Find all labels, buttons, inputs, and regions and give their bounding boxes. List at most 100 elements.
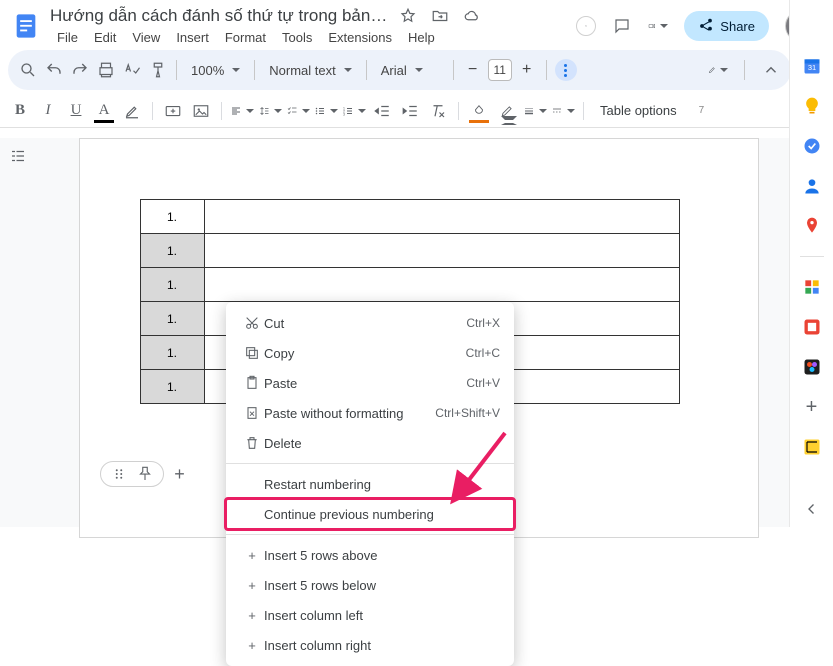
menu-format[interactable]: Format xyxy=(218,28,273,47)
search-icon[interactable] xyxy=(18,60,38,80)
addon-icon-4[interactable] xyxy=(802,437,822,457)
menu-help[interactable]: Help xyxy=(401,28,442,47)
paragraph-style-dropdown[interactable]: Normal text xyxy=(263,59,357,82)
add-row-icon[interactable]: + xyxy=(170,464,190,484)
ctx-paste-shortcut: Ctrl+V xyxy=(466,376,500,390)
calendar-app-icon[interactable]: 31 xyxy=(802,56,822,76)
meet-icon[interactable] xyxy=(648,16,668,36)
zoom-dropdown[interactable]: 100% xyxy=(185,59,246,82)
menu-view[interactable]: View xyxy=(125,28,167,47)
font-family-value: Arial xyxy=(381,63,407,78)
underline-button[interactable]: U xyxy=(64,101,88,121)
docs-logo-icon[interactable] xyxy=(8,8,44,44)
font-family-dropdown[interactable]: Arial xyxy=(375,59,445,82)
fontsize-increase[interactable]: + xyxy=(516,59,538,81)
border-width-button[interactable] xyxy=(523,101,547,121)
insert-link-icon[interactable] xyxy=(161,101,185,121)
pin-icon[interactable] xyxy=(135,464,155,484)
ctx-insert-rows-below[interactable]: + Insert 5 rows below xyxy=(226,570,514,600)
print-icon[interactable] xyxy=(96,60,116,80)
bold-button[interactable]: B xyxy=(8,101,32,121)
star-icon[interactable] xyxy=(398,6,418,26)
zoom-value: 100% xyxy=(191,63,224,78)
menu-insert[interactable]: Insert xyxy=(169,28,216,47)
drag-handle-icon[interactable] xyxy=(109,464,129,484)
maps-app-icon[interactable] xyxy=(802,216,822,236)
comments-icon[interactable] xyxy=(612,16,632,36)
ctx-continue-previous-numbering[interactable]: Continue previous numbering xyxy=(226,499,514,529)
tasks-app-icon[interactable] xyxy=(802,136,822,156)
plus-icon: + xyxy=(240,638,264,653)
insert-image-icon[interactable] xyxy=(189,101,213,121)
outline-toggle-icon[interactable] xyxy=(4,142,32,170)
toolbar-primary: 100% Normal text Arial − 11 + xyxy=(8,50,791,90)
document-title[interactable]: Hướng dẫn cách đánh số thứ tự trong bảng… xyxy=(50,6,390,26)
indent-increase-button[interactable] xyxy=(398,101,422,121)
addon-icon-2[interactable] xyxy=(802,317,822,337)
menu-file[interactable]: File xyxy=(50,28,85,47)
table-cell-num[interactable]: 1. xyxy=(140,302,204,336)
cell-fill-color-button[interactable] xyxy=(467,101,491,121)
paste-icon xyxy=(240,375,264,391)
fontsize-input[interactable]: 11 xyxy=(488,59,512,81)
text-color-button[interactable]: A xyxy=(92,101,116,121)
table-cell-num[interactable]: 1. xyxy=(140,200,204,234)
plus-icon: + xyxy=(240,548,264,563)
ctx-cut[interactable]: Cut Ctrl+X xyxy=(226,308,514,338)
bulleted-list-button[interactable] xyxy=(314,101,338,121)
collapse-toolbar-icon[interactable] xyxy=(761,60,781,80)
addon-icon-3[interactable] xyxy=(802,357,822,377)
menu-extensions[interactable]: Extensions xyxy=(321,28,399,47)
ctx-delete-label: Delete xyxy=(264,436,500,451)
menu-tools[interactable]: Tools xyxy=(275,28,319,47)
paint-format-icon[interactable] xyxy=(148,60,168,80)
ctx-ins-col-left-label: Insert column left xyxy=(264,608,500,623)
titlebar: Hướng dẫn cách đánh số thứ tự trong bảng… xyxy=(0,0,833,46)
share-button[interactable]: Share xyxy=(684,11,769,41)
undo-icon[interactable] xyxy=(44,60,64,80)
table-cell-num[interactable]: 1. xyxy=(140,234,204,268)
redo-icon[interactable] xyxy=(70,60,90,80)
italic-button[interactable]: I xyxy=(36,101,60,121)
ctx-paste[interactable]: Paste Ctrl+V xyxy=(226,368,514,398)
table-cell-num[interactable]: 1. xyxy=(140,268,204,302)
fontsize-decrease[interactable]: − xyxy=(462,59,484,81)
table-cell[interactable] xyxy=(204,268,679,302)
contacts-app-icon[interactable] xyxy=(802,176,822,196)
addon-icon-1[interactable] xyxy=(802,277,822,297)
table-options-button[interactable]: Table options xyxy=(592,99,685,122)
indent-decrease-button[interactable] xyxy=(370,101,394,121)
table-cell[interactable] xyxy=(204,234,679,268)
editing-mode-dropdown[interactable] xyxy=(708,60,728,80)
menu-edit[interactable]: Edit xyxy=(87,28,123,47)
align-button[interactable] xyxy=(230,101,254,121)
paste-plain-icon xyxy=(240,405,264,421)
get-addons-icon[interactable]: + xyxy=(802,397,822,417)
ctx-delete[interactable]: Delete xyxy=(226,428,514,458)
table-cell-num[interactable]: 1. xyxy=(140,336,204,370)
keep-app-icon[interactable] xyxy=(802,96,822,116)
table-cell[interactable] xyxy=(204,200,679,234)
numbered-list-button[interactable]: 123 xyxy=(342,101,366,121)
hide-sidepanel-icon[interactable] xyxy=(802,499,822,519)
table-cell-num[interactable]: 1. xyxy=(140,370,204,404)
ctx-ins-rows-below-label: Insert 5 rows below xyxy=(264,578,500,593)
more-tools-icon[interactable] xyxy=(555,59,577,81)
clear-formatting-button[interactable] xyxy=(426,101,450,121)
cloud-status-icon[interactable] xyxy=(462,6,482,26)
move-folder-icon[interactable] xyxy=(430,6,450,26)
border-style-button[interactable] xyxy=(551,101,575,121)
line-spacing-button[interactable] xyxy=(258,101,282,121)
ctx-ins-col-right-label: Insert column right xyxy=(264,638,500,653)
spellcheck-icon[interactable] xyxy=(122,60,142,80)
ctx-insert-rows-above[interactable]: + Insert 5 rows above xyxy=(226,540,514,570)
history-icon[interactable] xyxy=(576,16,596,36)
highlight-color-button[interactable] xyxy=(120,101,144,121)
ctx-insert-column-right[interactable]: + Insert column right xyxy=(226,630,514,660)
ctx-paste-without-formatting[interactable]: Paste without formatting Ctrl+Shift+V xyxy=(226,398,514,428)
ctx-insert-column-left[interactable]: + Insert column left xyxy=(226,600,514,630)
checklist-button[interactable] xyxy=(286,101,310,121)
ctx-restart-numbering[interactable]: Restart numbering xyxy=(226,469,514,499)
ctx-copy[interactable]: Copy Ctrl+C xyxy=(226,338,514,368)
border-color-button[interactable] xyxy=(495,101,519,121)
